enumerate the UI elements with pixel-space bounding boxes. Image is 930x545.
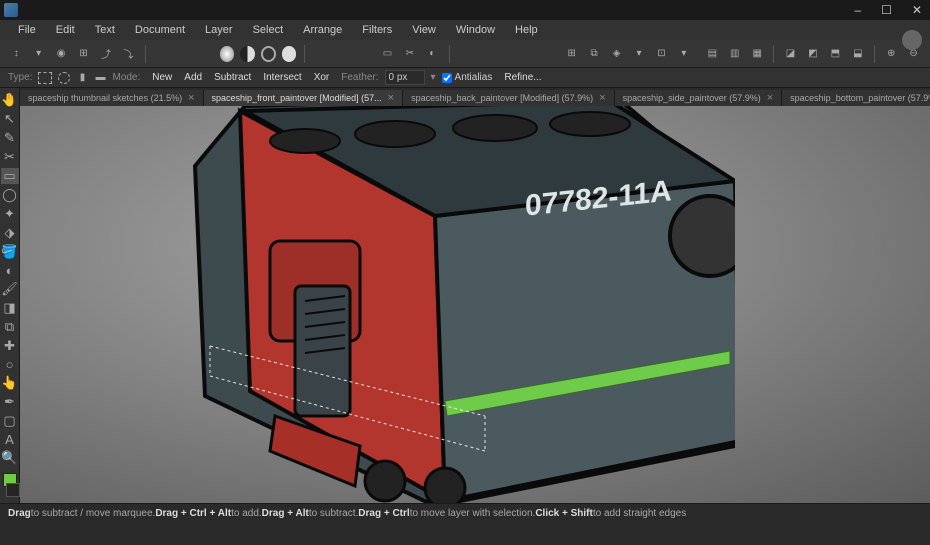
mask-icon[interactable]: ◐	[424, 45, 440, 63]
tool-icon[interactable]: ◉	[53, 45, 69, 63]
status-bar: Drag to subtract / move marquee. Drag + …	[0, 503, 930, 523]
assist-icon[interactable]: ◈	[608, 45, 624, 63]
gradient-tool[interactable]: ◐	[1, 263, 19, 278]
arrange-icon[interactable]: ⬒	[827, 45, 843, 63]
column-select-icon[interactable]: ▮	[76, 69, 88, 87]
crop-tool[interactable]: ✂	[1, 149, 19, 165]
artwork: 07782-11A	[95, 106, 735, 503]
document-tab[interactable]: spaceship_front_paintover [Modified] (57…	[204, 90, 404, 106]
fill-tool[interactable]: 🪣	[1, 244, 19, 260]
shape-tool[interactable]: ▢	[1, 413, 19, 429]
titlebar: – ☐ ✕	[0, 0, 930, 20]
selection-tool[interactable]: ▭	[1, 168, 19, 184]
insert-icon[interactable]: ⊕	[883, 45, 899, 63]
close-button[interactable]: ✕	[908, 3, 926, 17]
document-tab[interactable]: spaceship_back_paintover [Modified] (57.…	[403, 90, 615, 106]
menu-text[interactable]: Text	[85, 22, 125, 38]
text-tool[interactable]: A	[1, 432, 19, 447]
background-color[interactable]	[6, 483, 20, 497]
blend-solid[interactable]	[282, 46, 297, 62]
align-icon[interactable]: ▥	[727, 45, 743, 63]
tab-close-icon[interactable]: ×	[767, 92, 773, 104]
menubar: FileEditTextDocumentLayerSelectArrangeFi…	[0, 20, 930, 40]
user-avatar[interactable]	[902, 30, 922, 50]
snap-icon[interactable]: ⧉	[586, 45, 602, 63]
refine-button[interactable]: Refine...	[498, 71, 547, 84]
antialias-input[interactable]	[442, 73, 452, 83]
menu-edit[interactable]: Edit	[46, 22, 85, 38]
row-select-icon[interactable]: ▬	[94, 69, 106, 87]
feather-input[interactable]	[385, 70, 425, 85]
mode-add[interactable]: Add	[178, 71, 208, 84]
menu-window[interactable]: Window	[446, 22, 505, 38]
menu-help[interactable]: Help	[505, 22, 548, 38]
pen-tool[interactable]: ✒	[1, 394, 19, 410]
brush-tool[interactable]: 🖌	[1, 281, 19, 297]
blend-half[interactable]	[240, 46, 255, 62]
context-toolbar: Type: ▮ ▬ Mode: NewAddSubtractIntersectX…	[0, 68, 930, 88]
tool-icon[interactable]: ⤴	[98, 45, 114, 63]
tab-close-icon[interactable]: ×	[599, 92, 605, 104]
tab-close-icon[interactable]: ×	[388, 92, 394, 104]
selection-icon[interactable]: ▭	[379, 45, 395, 63]
tab-close-icon[interactable]: ×	[188, 92, 194, 104]
crop-icon[interactable]: ✂	[402, 45, 418, 63]
mode-label: Mode:	[112, 72, 140, 83]
align-icon[interactable]: ▦	[749, 45, 765, 63]
menu-layer[interactable]: Layer	[195, 22, 243, 38]
eraser-tool[interactable]: ◨	[1, 300, 19, 316]
document-tabs: spaceship thumbnail sketches (21.5%)×spa…	[20, 88, 930, 106]
maximize-button[interactable]: ☐	[877, 3, 896, 17]
arrange-icon[interactable]: ◩	[805, 45, 821, 63]
blend-normal[interactable]	[220, 46, 235, 62]
mode-xor[interactable]: Xor	[308, 71, 336, 84]
clone-tool[interactable]: ⧉	[1, 319, 19, 335]
blend-outline[interactable]	[261, 46, 276, 62]
arrange-icon[interactable]: ◪	[782, 45, 798, 63]
tools-panel: 🤚 ↖ ✎ ✂ ▭ ◯ ✦ ⬗ 🪣 ◐ 🖌 ◨ ⧉ ✚ ○ 👆 ✒ ▢ A 🔍	[0, 88, 20, 503]
rect-select-icon[interactable]	[38, 72, 52, 84]
menu-select[interactable]: Select	[243, 22, 294, 38]
document-tab[interactable]: spaceship thumbnail sketches (21.5%)×	[20, 90, 204, 106]
ellipse-select-icon[interactable]	[58, 72, 70, 84]
dropdown-icon[interactable]: ▾	[431, 72, 436, 83]
menu-document[interactable]: Document	[125, 22, 195, 38]
dropdown-icon[interactable]: ▾	[30, 45, 46, 63]
move-tool-icon[interactable]: ↕	[8, 45, 24, 63]
grid-icon[interactable]: ⊞	[563, 45, 579, 63]
menu-file[interactable]: File	[8, 22, 46, 38]
lasso-tool[interactable]: ◯	[1, 187, 19, 203]
tool-icon[interactable]: ⊞	[75, 45, 91, 63]
magic-wand[interactable]: ✦	[1, 206, 19, 222]
app-icon	[4, 3, 18, 17]
mode-subtract[interactable]: Subtract	[208, 71, 257, 84]
dodge-tool[interactable]: ○	[1, 357, 19, 372]
zoom-tool[interactable]: 🔍	[1, 450, 19, 466]
heal-tool[interactable]: ✚	[1, 338, 19, 354]
smudge-tool[interactable]: 👆	[1, 375, 19, 391]
menu-filters[interactable]: Filters	[352, 22, 402, 38]
mode-intersect[interactable]: Intersect	[257, 71, 307, 84]
document-tab[interactable]: spaceship_side_paintover (57.9%)×	[615, 90, 783, 106]
arrange-icon[interactable]: ⬓	[850, 45, 866, 63]
align-icon[interactable]: ▤	[704, 45, 720, 63]
menu-arrange[interactable]: Arrange	[293, 22, 352, 38]
mode-new[interactable]: New	[146, 71, 178, 84]
lock-icon[interactable]: ⊡	[653, 45, 669, 63]
flood-select[interactable]: ⬗	[1, 225, 19, 241]
feather-label: Feather:	[341, 72, 378, 83]
minimize-button[interactable]: –	[850, 3, 865, 17]
color-picker[interactable]: ✎	[1, 130, 19, 146]
share-icon[interactable]: ⤵	[120, 45, 136, 63]
antialias-checkbox[interactable]: Antialias	[442, 72, 493, 83]
move-tool[interactable]: ↖	[1, 111, 19, 127]
menu-view[interactable]: View	[402, 22, 446, 38]
main-toolbar: ↕ ▾ ◉ ⊞ ⤴ ⤵ ▭ ✂ ◐ ⊞ ⧉ ◈ ▾ ⊡ ▾ ▤ ▥ ▦ ◪ ◩ …	[0, 40, 930, 68]
dropdown-icon[interactable]: ▾	[631, 45, 647, 63]
type-label: Type:	[8, 72, 32, 83]
dropdown-icon[interactable]: ▾	[676, 45, 692, 63]
document-tab[interactable]: spaceship_bottom_paintover (57.9%)×	[782, 90, 930, 106]
canvas[interactable]: 07782-11A	[20, 106, 930, 503]
view-tool[interactable]: 🤚	[1, 92, 19, 108]
